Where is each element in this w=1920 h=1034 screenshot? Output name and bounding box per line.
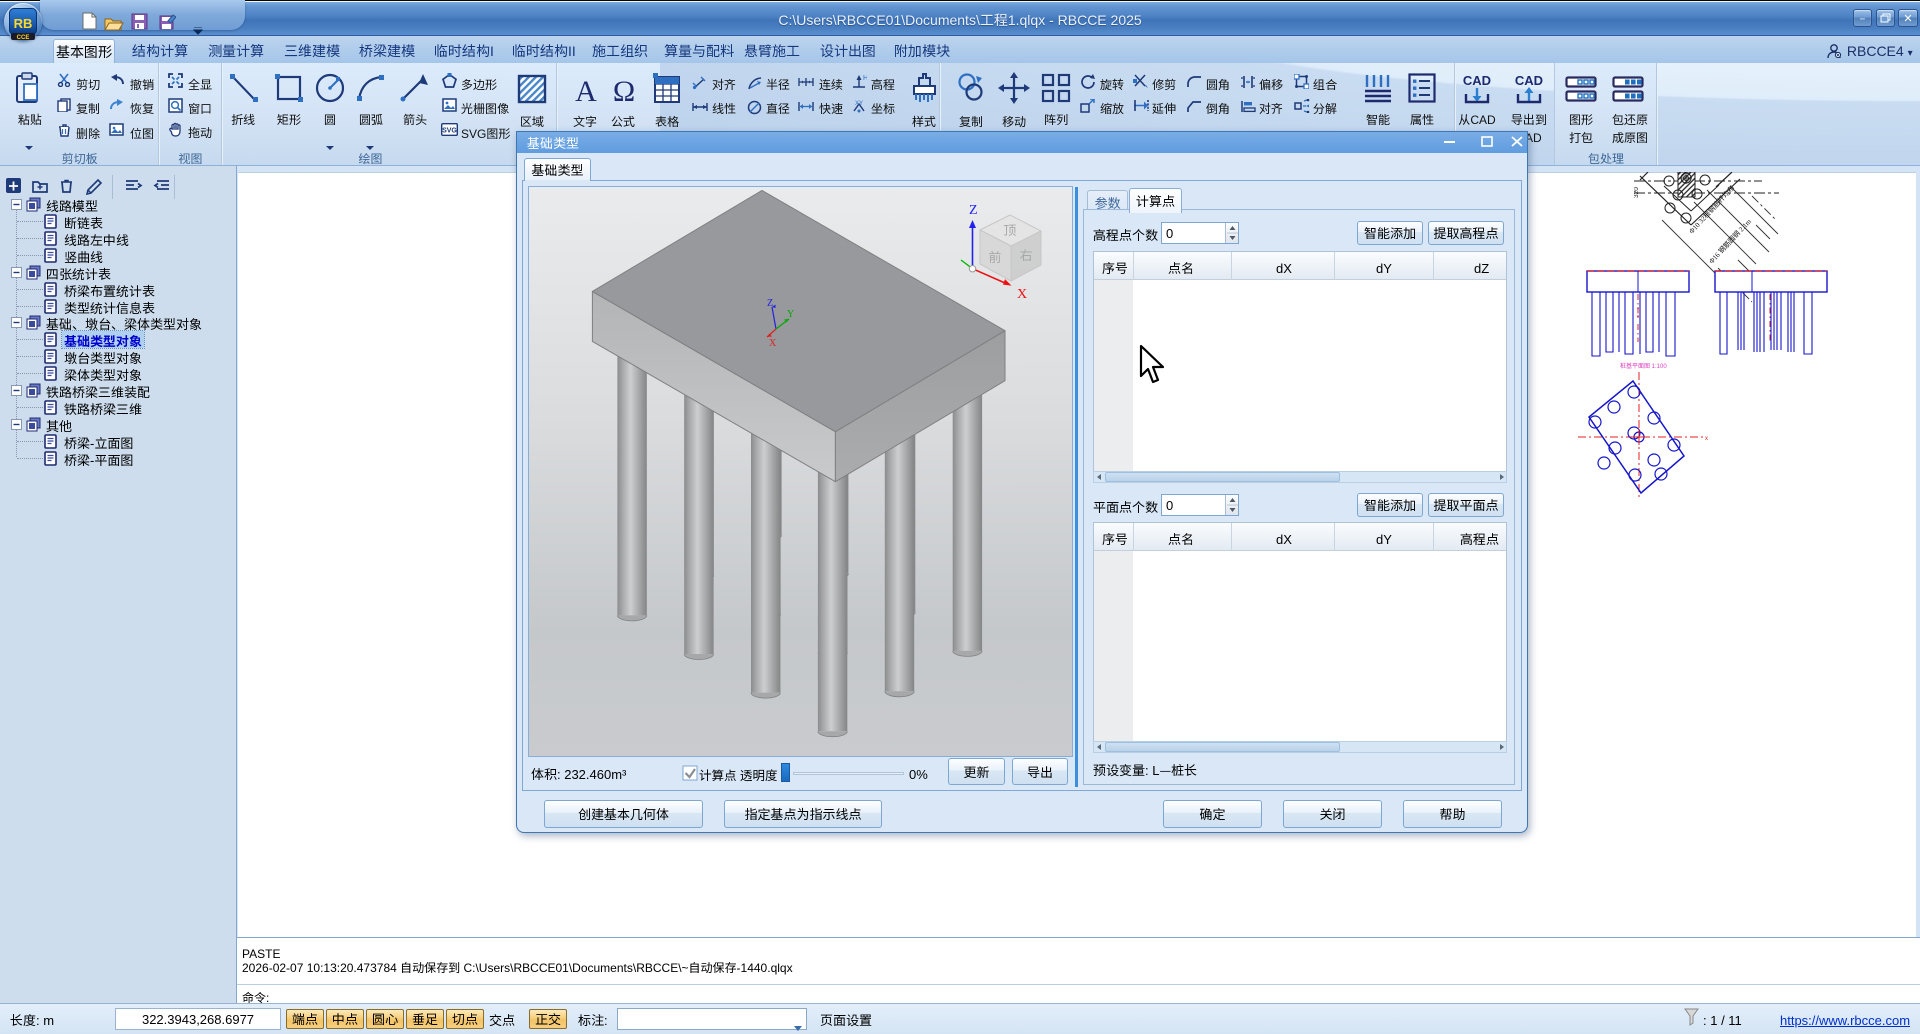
svg-text:A: A — [575, 75, 597, 106]
svg-text:Φ16 钢筋圆钢 2.1m: Φ16 钢筋圆钢 2.1m — [1707, 217, 1754, 267]
svg-text:桩基平面图 1:100: 桩基平面图 1:100 — [1620, 362, 1667, 370]
svg-text:H: H — [863, 75, 867, 82]
svg-text:x: x — [1705, 436, 1708, 442]
svg-text:Z: Z — [969, 203, 978, 218]
svg-text:X: X — [1017, 287, 1027, 302]
svg-text:CAD: CAD — [1515, 73, 1543, 88]
svg-text:XY: XY — [855, 101, 863, 107]
svg-text:顶: 顶 — [1003, 220, 1016, 239]
svg-text:320: 320 — [1634, 187, 1640, 198]
svg-text:Z: Z — [767, 298, 773, 309]
svg-text:Y: Y — [787, 309, 794, 320]
svg-text:右: 右 — [1019, 245, 1032, 264]
svg-text:前: 前 — [988, 247, 1001, 266]
svg-text:Ω: Ω — [613, 75, 635, 106]
svg-text:SVG: SVG — [442, 128, 457, 135]
svg-text:CAD: CAD — [1463, 73, 1491, 88]
svg-text:X: X — [769, 338, 777, 349]
